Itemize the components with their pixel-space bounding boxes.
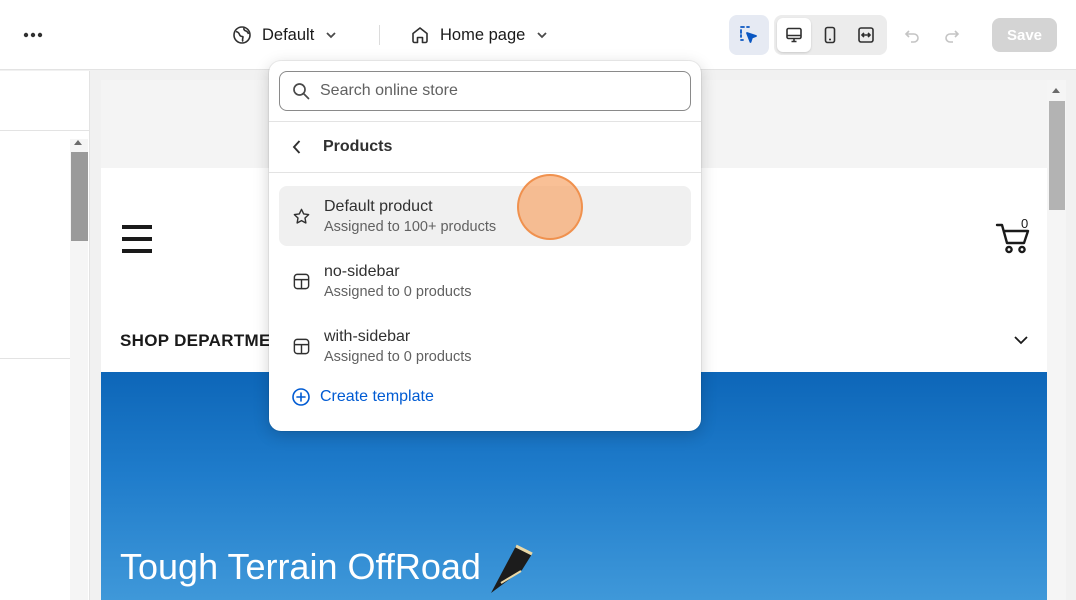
- template-assignment: Assigned to 100+ products: [324, 218, 497, 235]
- template-item-with-sidebar[interactable]: with-sidebar Assigned to 0 products: [279, 316, 691, 376]
- template-assignment: Assigned to 0 products: [324, 283, 472, 300]
- globe-icon: [233, 26, 251, 44]
- chevron-down-icon: [537, 32, 547, 39]
- page-selector[interactable]: Home page: [404, 18, 555, 52]
- preview-scrollbar-thumb[interactable]: [1049, 101, 1065, 210]
- scroll-up-arrow-icon[interactable]: [1052, 88, 1060, 93]
- divider: [269, 172, 701, 173]
- template-name: Default product: [324, 197, 433, 215]
- template-name: with-sidebar: [324, 327, 411, 345]
- undo-button[interactable]: [898, 22, 926, 50]
- redo-button[interactable]: [938, 22, 966, 50]
- menu-icon[interactable]: [122, 225, 152, 253]
- mobile-icon: [824, 26, 836, 44]
- page-name: Home page: [440, 25, 526, 44]
- mobile-preview-button[interactable]: [813, 18, 847, 52]
- top-bar: Default Home page Save: [0, 0, 1076, 70]
- sidebar-scrollbar-thumb[interactable]: [71, 152, 88, 241]
- chevron-left-icon[interactable]: [291, 139, 303, 155]
- chevron-down-icon: [326, 32, 336, 39]
- create-template-button[interactable]: Create template: [291, 387, 434, 407]
- home-icon: [412, 27, 428, 44]
- category-title: Products: [323, 138, 393, 155]
- divider: [0, 130, 90, 131]
- fullwidth-preview-button[interactable]: [849, 18, 883, 52]
- theme-selector[interactable]: Default: [226, 18, 344, 52]
- device-preview-group: [774, 15, 887, 55]
- click-indicator: [517, 174, 583, 240]
- back-to-categories-row[interactable]: Products: [269, 122, 701, 172]
- plus-circle-icon: [292, 388, 310, 406]
- desktop-preview-button[interactable]: [777, 18, 811, 52]
- save-button[interactable]: Save: [992, 18, 1057, 52]
- chevron-down-icon[interactable]: [1013, 334, 1029, 346]
- divider: [0, 358, 70, 359]
- divider: [379, 25, 380, 45]
- desktop-icon: [786, 27, 802, 43]
- template-item-default-product[interactable]: Default product Assigned to 100+ product…: [279, 186, 691, 246]
- redo-icon: [945, 30, 960, 43]
- more-actions-button[interactable]: [18, 20, 48, 50]
- inspector-toggle-button[interactable]: [729, 15, 769, 55]
- theme-name: Default: [262, 25, 315, 44]
- template-item-no-sidebar[interactable]: no-sidebar Assigned to 0 products: [279, 251, 691, 311]
- create-template-label: Create template: [320, 388, 434, 405]
- template-assignment: Assigned to 0 products: [324, 348, 472, 365]
- expand-horizontal-icon: [858, 27, 874, 43]
- sidebar-panel: [0, 71, 90, 600]
- undo-icon: [904, 30, 919, 43]
- scroll-up-arrow-icon[interactable]: [74, 140, 82, 145]
- hero-title: Tough Terrain OffRoad: [120, 546, 481, 587]
- search-input[interactable]: [320, 82, 670, 100]
- search-field[interactable]: [279, 71, 691, 111]
- shop-departments-label[interactable]: SHOP DEPARTME: [120, 331, 271, 351]
- select-cursor-icon: [740, 26, 757, 43]
- search-icon: [293, 83, 310, 100]
- star-icon: [291, 206, 311, 226]
- template-picker-popover: Products Default product Assigned to 100…: [269, 61, 701, 431]
- kite-image: [491, 544, 533, 593]
- preview-scrollbar[interactable]: [1047, 80, 1066, 600]
- ellipsis-icon: [23, 32, 43, 38]
- theme-editor: Default Home page Save 0 SHOP DEPARTME T…: [0, 0, 1076, 600]
- layout-icon: [291, 336, 311, 356]
- cart-count-badge: 0: [1021, 216, 1029, 231]
- layout-icon: [291, 271, 311, 291]
- template-list: Default product Assigned to 100+ product…: [279, 186, 691, 381]
- template-name: no-sidebar: [324, 262, 400, 280]
